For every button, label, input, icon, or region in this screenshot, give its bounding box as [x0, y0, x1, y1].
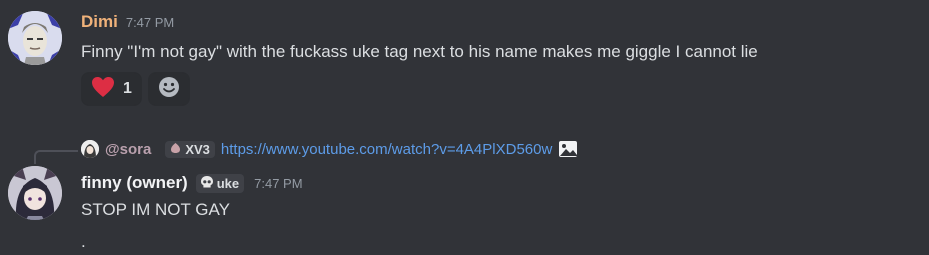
add-reaction-icon [158, 76, 180, 103]
timestamp: 7:47 PM [254, 175, 303, 191]
reaction-heart[interactable]: 1 [81, 72, 142, 106]
avatar[interactable] [8, 11, 62, 65]
skull-icon [200, 175, 214, 192]
reply-user-tag: XV3 [165, 140, 215, 158]
user-tag: uke [195, 173, 245, 193]
message-content-line: STOP IM NOT GAY [81, 200, 230, 219]
tag-emblem-icon [169, 142, 182, 157]
author-name[interactable]: Dimi [81, 12, 118, 32]
add-reaction-button[interactable] [147, 72, 190, 106]
message-content-line: . [81, 232, 86, 251]
author-name[interactable]: finny (owner) [81, 173, 188, 193]
timestamp: 7:47 PM [125, 15, 175, 30]
reply-spine [34, 150, 78, 164]
message-dimi: Dimi 7:47 PM Finny "I'm not gay" with th… [0, 0, 929, 115]
reply-username[interactable]: @sora [105, 141, 151, 158]
message-content: Finny "I'm not gay" with the fuckass uke… [81, 42, 758, 61]
image-icon [558, 140, 578, 158]
reactions-bar: 1 [81, 72, 190, 106]
reply-preview[interactable]: @sora XV3 https://www.youtube.com/watch?… [81, 140, 578, 158]
reaction-count: 1 [123, 80, 132, 97]
reply-avatar[interactable] [81, 140, 99, 158]
reply-link[interactable]: https://www.youtube.com/watch?v=4A4PlXD5… [221, 141, 552, 158]
heart-icon [91, 76, 115, 103]
avatar[interactable] [8, 166, 62, 220]
message-finny: @sora XV3 https://www.youtube.com/watch?… [0, 135, 929, 255]
